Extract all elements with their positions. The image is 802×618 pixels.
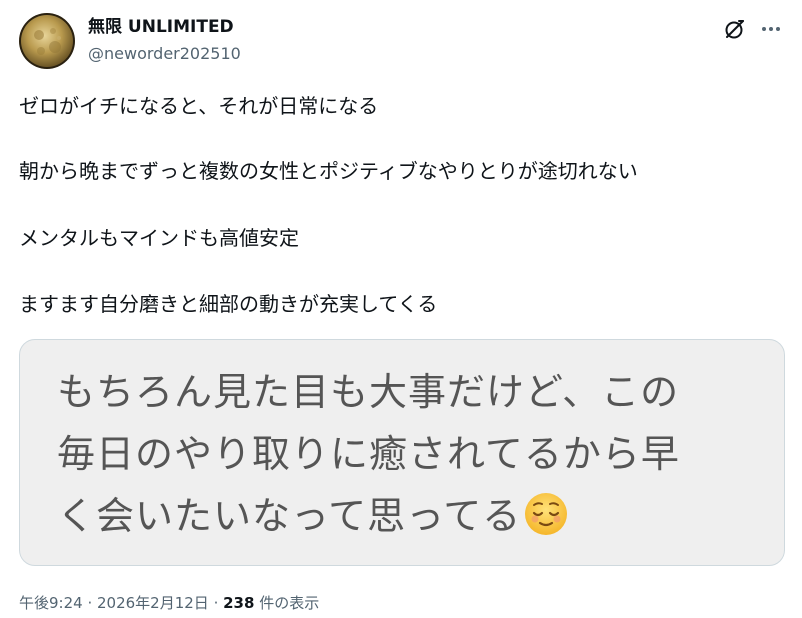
tweet-paragraph: 朝から晩までずっと複数の女性とポジティブなやりとりが途切れない bbox=[19, 159, 638, 183]
more-options-button[interactable] bbox=[756, 14, 786, 44]
media-text-line: もちろん見た目も大事だけど、この bbox=[57, 370, 680, 414]
grok-slash-circle-icon bbox=[725, 20, 744, 39]
tweet-paragraph: メンタルもマインドも高値安定 bbox=[19, 226, 299, 250]
views-label: 件の表示 bbox=[254, 594, 320, 612]
media-image[interactable]: もちろん見た目も大事だけど、この 毎日のやり取りに癒されてるから早 く会いたいな… bbox=[19, 339, 785, 566]
grok-button[interactable] bbox=[720, 14, 750, 44]
author-handle[interactable]: @neworder202510 bbox=[88, 43, 241, 65]
more-options-icon bbox=[762, 27, 780, 31]
media-text-line: く会いたいなって思ってる bbox=[57, 494, 522, 538]
meta-separator: · bbox=[208, 594, 224, 612]
tweet-card: 無限 UNLIMITED @neworder202510 ゼロがイチになると、そ… bbox=[0, 0, 802, 618]
author-display-name[interactable]: 無限 UNLIMITED bbox=[88, 15, 234, 39]
tweet-paragraph: ますます自分磨きと細部の動きが充実してくる bbox=[19, 292, 438, 316]
media-text-line-with-emoji: く会いたいなって思ってる bbox=[57, 490, 569, 542]
meta-separator: · bbox=[82, 594, 97, 612]
author-avatar[interactable] bbox=[19, 13, 75, 69]
relieved-face-emoji bbox=[525, 493, 568, 535]
views-count[interactable]: 238 bbox=[223, 594, 254, 612]
tweet-time[interactable]: 午後9:24 bbox=[19, 594, 83, 612]
tweet-date[interactable]: 2026年2月12日 bbox=[97, 594, 209, 612]
tweet-meta: 午後9:24 · 2026年2月12日 · 238 件の表示 bbox=[19, 592, 319, 614]
tweet-paragraph: ゼロがイチになると、それが日常になる bbox=[19, 94, 379, 118]
media-text-line: 毎日のやり取りに癒されてるから早 bbox=[57, 432, 680, 476]
moon-avatar-icon bbox=[19, 13, 75, 69]
